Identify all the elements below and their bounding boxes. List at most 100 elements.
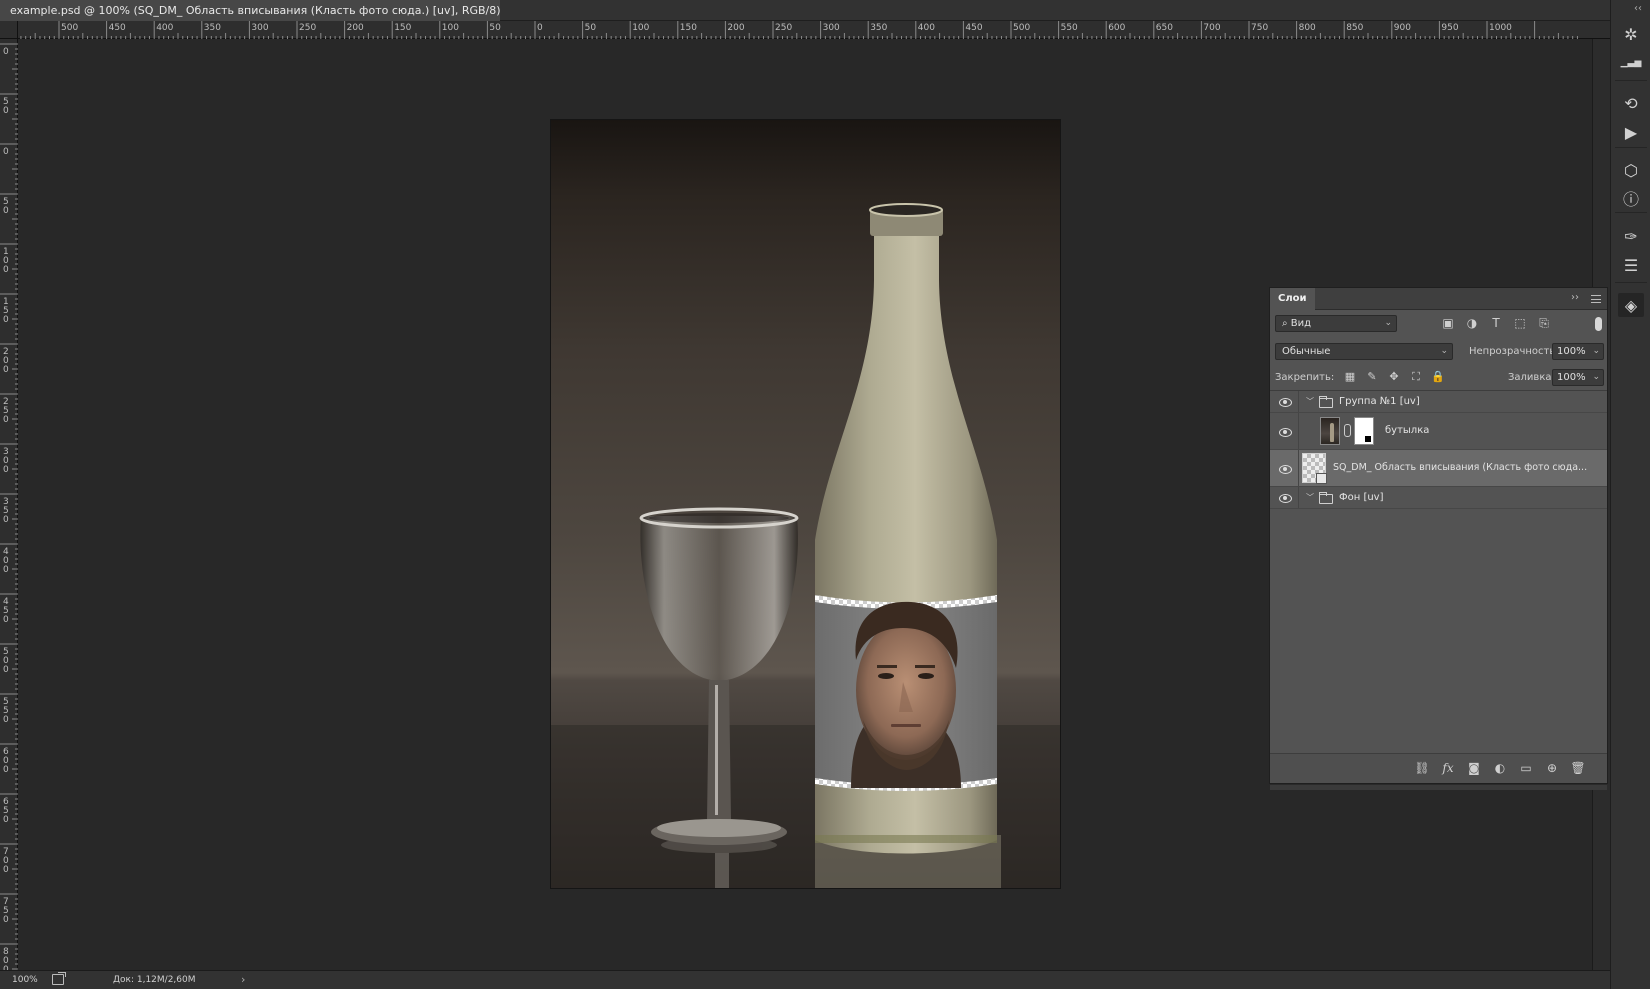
lock-pixels-icon[interactable]: ✎ bbox=[1361, 370, 1383, 384]
ruler-label: 0 bbox=[3, 47, 9, 57]
ruler-label: 250 bbox=[299, 23, 316, 33]
history-icon[interactable]: ⟲ bbox=[1618, 91, 1644, 115]
opacity-label: Непрозрачность: bbox=[1469, 346, 1559, 357]
image-filter-icon[interactable]: ▣ bbox=[1436, 316, 1460, 331]
chevron-down-icon[interactable]: ﹀ bbox=[1306, 396, 1314, 407]
ruler-origin[interactable] bbox=[0, 21, 18, 39]
ruler-label: 50 bbox=[3, 197, 9, 216]
ruler-label: 550 bbox=[3, 697, 9, 725]
chevron-down-icon[interactable]: ﹀ bbox=[1306, 492, 1314, 503]
strip-separator bbox=[1615, 212, 1647, 213]
lock-transparent-icon[interactable]: ▦ bbox=[1339, 370, 1361, 384]
layer-row-bottle[interactable]: бутылка bbox=[1270, 413, 1607, 450]
blend-mode-value: Обычные bbox=[1282, 346, 1331, 357]
ruler-label: 50 bbox=[489, 23, 501, 33]
status-menu-arrow[interactable]: › bbox=[241, 973, 245, 986]
visibility-eye-icon[interactable] bbox=[1277, 397, 1293, 407]
collapse-panel-icon[interactable]: ›› bbox=[1571, 292, 1579, 303]
layers-icon[interactable]: ◈ bbox=[1618, 293, 1644, 317]
ruler-label: 250 bbox=[775, 23, 792, 33]
blend-mode-select[interactable]: Обычные ⌄ bbox=[1275, 343, 1453, 360]
layer-list: ﹀ Группа №1 [uv] бутылка SQ_DM_ Область … bbox=[1270, 391, 1607, 748]
new-layer-icon[interactable]: ⊕ bbox=[1539, 761, 1565, 775]
zoom-level[interactable]: 100% bbox=[12, 975, 38, 985]
panel-resize-handle[interactable] bbox=[1270, 784, 1607, 790]
ruler-label: 650 bbox=[3, 797, 9, 825]
new-group-icon[interactable]: ▭ bbox=[1513, 761, 1539, 775]
ruler-label: 700 bbox=[1203, 23, 1220, 33]
delete-layer-icon[interactable]: 🗑 bbox=[1565, 761, 1591, 775]
ruler-label: 900 bbox=[1394, 23, 1411, 33]
ruler-vertical[interactable]: 0500501001502002503003504004505005506006… bbox=[0, 39, 18, 975]
visibility-eye-icon[interactable] bbox=[1277, 464, 1293, 474]
strip-separator bbox=[1615, 147, 1647, 148]
ruler-label: 350 bbox=[3, 497, 9, 525]
panel-menu-icon[interactable] bbox=[1591, 295, 1601, 303]
ruler-horizontal[interactable]: 500 450 400 350 300 250 200 150 100 50 0 50 100 150 20… bbox=[18, 21, 1610, 39]
add-mask-icon[interactable]: ◙ bbox=[1461, 761, 1487, 775]
ruler-label: 300 bbox=[3, 447, 9, 475]
blend-row: Обычные ⌄ Непрозрачность: 100% ⌄ bbox=[1270, 338, 1607, 365]
fx-icon[interactable]: fx bbox=[1435, 761, 1461, 775]
fill-value: 100% bbox=[1557, 372, 1586, 383]
info-icon[interactable]: ⓘ bbox=[1618, 186, 1644, 210]
actions-play-icon[interactable]: ▶ bbox=[1618, 120, 1644, 144]
layer-thumbnail bbox=[1320, 417, 1340, 445]
export-icon[interactable] bbox=[52, 972, 66, 985]
shape-filter-icon[interactable]: ⬚ bbox=[1508, 316, 1532, 331]
ruler-label: 200 bbox=[727, 23, 744, 33]
color-navigator-icon[interactable]: ✲ bbox=[1618, 22, 1644, 46]
document-tab-title: example.psd @ 100% (SQ_DM_ Область вписы… bbox=[10, 4, 500, 17]
visibility-column-divider bbox=[1298, 413, 1299, 449]
histogram-icon[interactable]: ▁▃▅ bbox=[1618, 51, 1644, 75]
layers-panel-header: Слои ›› bbox=[1270, 288, 1607, 310]
opacity-value: 100% bbox=[1557, 346, 1586, 357]
ruler-label: 650 bbox=[1156, 23, 1173, 33]
ruler-vertical-scale: 05 005 01 0 01 5 02 0 02 5 03 0 03 5 04 0 04 5 05 0 05 5 06 0 06… bbox=[0, 43, 18, 975]
ruler-label: 350 bbox=[204, 23, 221, 33]
layer-row-smart-object[interactable]: SQ_DM_ Область вписывания (Класть фото с… bbox=[1270, 450, 1607, 487]
status-bar: 100% Док: 1,12M/2,60M › bbox=[0, 970, 1610, 989]
adjustment-filter-icon[interactable]: ◑ bbox=[1460, 316, 1484, 331]
visibility-column-divider bbox=[1298, 391, 1299, 412]
document-tab[interactable]: example.psd @ 100% (SQ_DM_ Область вписы… bbox=[0, 0, 500, 21]
lock-icons: ▦ ✎ ✥ ⛶ 🔒 bbox=[1339, 370, 1449, 384]
lock-position-icon[interactable]: ✥ bbox=[1383, 370, 1405, 384]
ruler-label: 0 bbox=[3, 147, 9, 157]
ruler-label: 850 bbox=[1346, 23, 1363, 33]
filter-toggle-switch[interactable] bbox=[1595, 317, 1602, 331]
document-size: Док: 1,12M/2,60M bbox=[113, 975, 196, 985]
filter-kind-select[interactable]: ⌕ Вид ⌄ bbox=[1275, 315, 1397, 332]
ruler-label: 200 bbox=[347, 23, 364, 33]
fill-label: Заливка: bbox=[1508, 372, 1555, 383]
lock-artboard-icon[interactable]: ⛶ bbox=[1405, 370, 1427, 384]
3d-icon[interactable]: ⬡ bbox=[1618, 158, 1644, 182]
layer-mask-thumbnail[interactable] bbox=[1354, 417, 1374, 445]
filter-kind-value: ⌕ Вид bbox=[1282, 318, 1312, 329]
document-canvas[interactable] bbox=[551, 120, 1060, 888]
ruler-label: 300 bbox=[251, 23, 268, 33]
ruler-label: 600 bbox=[3, 747, 9, 775]
brush-tool-icon[interactable]: ✑ bbox=[1618, 224, 1644, 248]
opacity-input[interactable]: 100% ⌄ bbox=[1552, 343, 1604, 360]
ruler-label: 150 bbox=[394, 23, 411, 33]
mask-link-chain-icon[interactable] bbox=[1344, 424, 1351, 437]
link-layers-icon[interactable]: ⛓ bbox=[1409, 761, 1435, 775]
chevron-down-icon: ⌄ bbox=[1384, 318, 1392, 328]
visibility-eye-icon[interactable] bbox=[1277, 493, 1293, 503]
ruler-label: 400 bbox=[156, 23, 173, 33]
lock-all-icon[interactable]: 🔒 bbox=[1427, 370, 1449, 384]
ruler-label: 150 bbox=[680, 23, 697, 33]
smart-object-filter-icon[interactable]: ⎘ bbox=[1532, 316, 1556, 331]
label-photo bbox=[815, 595, 997, 791]
layers-tab[interactable]: Слои bbox=[1270, 288, 1315, 310]
type-filter-icon[interactable]: T bbox=[1484, 316, 1508, 331]
visibility-eye-icon[interactable] bbox=[1277, 427, 1293, 437]
properties-icon[interactable]: ☰ bbox=[1618, 253, 1644, 277]
layer-row-group-1[interactable]: ﹀ Группа №1 [uv] bbox=[1270, 391, 1607, 413]
collapse-panels-icon[interactable]: ‹‹ bbox=[1634, 3, 1642, 14]
new-fill-adjustment-icon[interactable]: ◐ bbox=[1487, 761, 1513, 775]
fill-input[interactable]: 100% ⌄ bbox=[1552, 369, 1604, 386]
layer-row-background-group[interactable]: ﹀ Фон [uv] bbox=[1270, 487, 1607, 509]
ruler-label: 100 bbox=[632, 23, 649, 33]
